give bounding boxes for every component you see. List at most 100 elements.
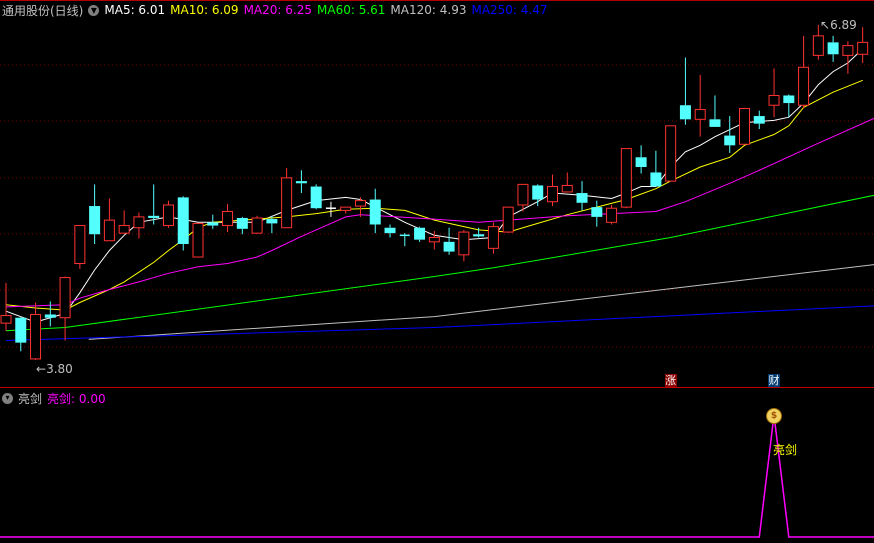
candle xyxy=(443,227,455,255)
candle xyxy=(399,233,410,247)
ma250-label: MA250: 4.47 xyxy=(471,3,548,17)
candle xyxy=(650,150,662,187)
candle xyxy=(325,201,336,217)
candle-body xyxy=(236,217,248,229)
candle-body xyxy=(635,157,647,168)
candle-body xyxy=(665,125,677,182)
candle-body xyxy=(222,210,234,227)
candle xyxy=(222,203,234,233)
candlestick-chart[interactable] xyxy=(0,0,874,387)
candle-body xyxy=(44,314,56,318)
candle-body xyxy=(783,95,795,104)
candle-body xyxy=(546,186,558,203)
candle-body xyxy=(0,315,12,324)
candle xyxy=(15,316,27,352)
candle-body xyxy=(798,66,810,106)
event-tag-finance[interactable]: 财 xyxy=(768,374,781,387)
candle xyxy=(724,116,736,153)
ma5-label: MA5: 6.01 xyxy=(104,3,166,17)
candle-body xyxy=(443,241,455,252)
indicator-chart[interactable] xyxy=(0,388,874,543)
candle xyxy=(281,168,293,229)
candle-body xyxy=(606,207,618,223)
candle xyxy=(162,200,174,228)
candle xyxy=(487,222,499,254)
candle-body xyxy=(295,181,307,184)
chart-header: 通用股份(日线) ▾ MA5: 6.01 MA10: 6.09 MA20: 6.… xyxy=(2,2,548,18)
low-price-value: 3.80 xyxy=(46,362,73,376)
ma-line-ma10 xyxy=(5,79,863,311)
candle xyxy=(236,216,248,235)
candle xyxy=(458,229,470,262)
event-tag-rise[interactable]: 涨 xyxy=(664,374,677,387)
candle xyxy=(89,184,101,244)
candle xyxy=(665,125,677,182)
candle xyxy=(74,225,86,269)
candle-body xyxy=(354,200,366,207)
candle-body xyxy=(709,119,721,127)
candle xyxy=(103,198,115,242)
candle xyxy=(177,196,189,251)
candle xyxy=(753,110,765,130)
candle xyxy=(694,74,706,137)
candle xyxy=(768,68,780,118)
ma120-label: MA120: 4.93 xyxy=(390,3,467,17)
candle-body xyxy=(694,109,706,120)
candle-body xyxy=(812,35,824,56)
ma60-label: MA60: 5.61 xyxy=(317,3,386,17)
ma-line-ma250 xyxy=(5,305,874,341)
candle-body xyxy=(89,206,101,235)
candle-body xyxy=(473,234,485,237)
candle xyxy=(502,206,514,233)
candle-body xyxy=(384,227,396,234)
candle-body xyxy=(207,222,219,226)
candle xyxy=(739,107,750,145)
candle xyxy=(59,276,71,341)
candle xyxy=(606,204,618,225)
candle-body xyxy=(679,105,691,120)
candle-body xyxy=(177,197,189,244)
signal-label: 亮剑 xyxy=(773,443,798,457)
chevron-down-icon[interactable]: ▾ xyxy=(88,4,100,16)
candle xyxy=(561,172,573,193)
candle xyxy=(118,210,130,234)
candle xyxy=(384,224,396,238)
candle-body xyxy=(650,172,662,187)
candle xyxy=(857,27,869,63)
candle-body xyxy=(458,231,470,256)
candle-body xyxy=(192,222,204,258)
candle-body xyxy=(162,204,174,227)
candle xyxy=(192,222,204,258)
candle-body xyxy=(414,227,426,240)
candle xyxy=(340,206,352,214)
candle-body xyxy=(74,225,86,265)
candle xyxy=(709,95,721,127)
candle xyxy=(369,188,381,234)
candle-body xyxy=(591,207,603,217)
candle-body xyxy=(369,199,381,225)
candle-body xyxy=(753,116,765,124)
candle-body xyxy=(487,226,499,249)
candle xyxy=(635,145,647,174)
candle-body xyxy=(59,277,71,319)
candle xyxy=(133,212,145,239)
candle-body xyxy=(281,177,293,229)
candle-body xyxy=(15,317,27,343)
ma20-label: MA20: 6.25 xyxy=(243,3,312,17)
candle xyxy=(354,197,366,217)
candle-body xyxy=(724,135,736,146)
candle-body xyxy=(739,107,750,145)
candle xyxy=(546,174,558,207)
low-price-label: ←3.80 xyxy=(36,362,73,376)
candle-body xyxy=(30,313,42,360)
candle-body xyxy=(428,236,440,243)
ma10-label: MA10: 6.09 xyxy=(170,3,239,17)
candle-body xyxy=(148,215,160,218)
candle xyxy=(679,57,691,125)
candle xyxy=(532,184,544,207)
candle xyxy=(842,41,854,74)
candle-body xyxy=(842,45,854,56)
candle-body xyxy=(502,206,514,233)
candle xyxy=(591,200,603,227)
money-bag-icon: $ xyxy=(766,408,783,424)
